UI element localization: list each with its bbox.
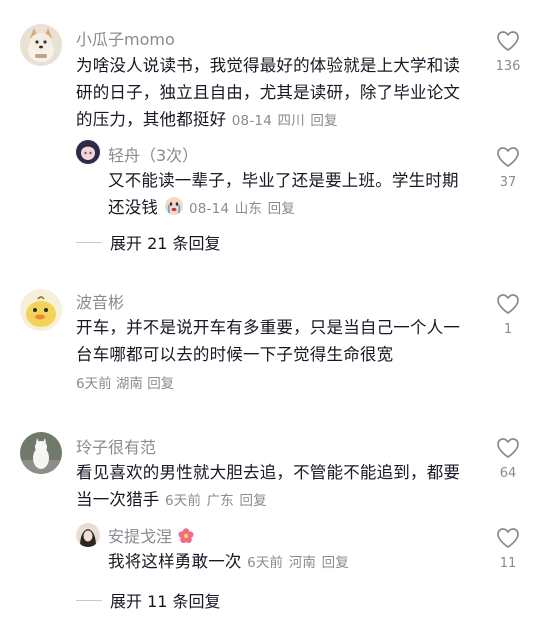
like-count: 64 xyxy=(499,466,517,481)
portrait-avatar-icon xyxy=(76,523,100,547)
reply-button[interactable]: 回复 xyxy=(268,201,295,217)
avatar[interactable] xyxy=(20,432,62,474)
heart-icon xyxy=(497,31,519,51)
like-count: 136 xyxy=(495,59,521,74)
reply-avatar[interactable] xyxy=(76,523,100,547)
comment-text: 看见喜欢的男性就大胆去追，不管能不能追到，都要当一次猎手 xyxy=(76,463,461,509)
expand-replies-button[interactable]: 展开 21 条回复 xyxy=(76,230,221,254)
like-button[interactable]: 64 xyxy=(488,437,528,481)
comment-username[interactable]: 玲子很有范 xyxy=(76,434,156,458)
comment-location: 四川 xyxy=(277,113,305,129)
comment-username[interactable]: 小瓜子momo xyxy=(76,26,175,50)
reply-location: 山东 xyxy=(234,201,263,217)
dog-avatar-icon xyxy=(20,24,62,66)
reply-username-block: 安提戈涅 xyxy=(108,523,195,547)
divider xyxy=(76,599,102,601)
reply-time: 6天前 xyxy=(247,555,284,571)
comment-text-block: 为啥没人说读书，我觉得最好的体验就是上大学和读研的日子，独立且自由，尤其是读研，… xyxy=(76,52,476,135)
comment-time: 6天前 xyxy=(164,493,202,509)
reply-username[interactable]: 安提戈涅 xyxy=(108,527,172,546)
like-button[interactable]: 136 xyxy=(488,30,528,74)
like-button[interactable]: 1 xyxy=(488,293,528,337)
like-button[interactable]: 37 xyxy=(488,146,528,190)
comment-username[interactable]: 波音彬 xyxy=(76,289,124,313)
expand-replies-label: 展开 21 条回复 xyxy=(110,234,221,253)
comment-time: 08-14 xyxy=(231,113,272,129)
heart-icon xyxy=(497,438,519,458)
reply-text-block: 我将这样勇敢一次 6天前 河南 回复 xyxy=(108,548,468,577)
expand-replies-button[interactable]: 展开 11 条回复 xyxy=(76,588,221,612)
flower-emoji-icon xyxy=(178,528,194,543)
like-count: 11 xyxy=(499,556,517,571)
reply-location: 河南 xyxy=(288,555,317,571)
expand-replies-label: 展开 11 条回复 xyxy=(110,592,221,611)
reply-time: 08-14 xyxy=(189,201,230,217)
comment-text-block: 看见喜欢的男性就大胆去追，不管能不能追到，都要当一次猎手 6天前 广东 回复 xyxy=(76,459,476,515)
comment-text: 开车，并不是说开车有多重要，只是当自己一个人一台车哪都可以去的时候一下子觉得生命… xyxy=(76,318,461,364)
reply-avatar[interactable] xyxy=(76,140,100,164)
reply-button[interactable]: 回复 xyxy=(322,555,349,571)
comment-time: 6天前 xyxy=(76,376,112,392)
like-count: 1 xyxy=(503,322,513,337)
divider xyxy=(76,241,102,243)
cat-avatar-icon xyxy=(20,432,62,474)
comment-text-block: 开车，并不是说开车有多重要，只是当自己一个人一台车哪都可以去的时候一下子觉得生命… xyxy=(76,314,476,368)
comment-meta: 6天前 湖南 回复 xyxy=(76,372,174,392)
reply-text-block: 又不能读一辈子，毕业了还是要上班。学生时期还没钱 08-14 山东 回复 xyxy=(108,167,468,223)
avatar[interactable] xyxy=(20,289,62,331)
reply-text: 我将这样勇敢一次 xyxy=(108,552,242,571)
crying-face-emoji-icon xyxy=(164,197,183,215)
heart-icon xyxy=(497,528,519,548)
reply-button[interactable]: 回复 xyxy=(310,113,337,129)
avatar[interactable] xyxy=(20,24,62,66)
reply-button[interactable]: 回复 xyxy=(147,376,174,392)
duck-avatar-icon xyxy=(20,289,62,331)
like-button[interactable]: 11 xyxy=(488,527,528,571)
comment-location: 湖南 xyxy=(115,376,143,392)
reply-button[interactable]: 回复 xyxy=(239,493,266,509)
heart-icon xyxy=(497,147,519,167)
like-count: 37 xyxy=(499,175,517,190)
comment-location: 广东 xyxy=(206,493,235,509)
heart-icon xyxy=(497,294,519,314)
anime-avatar-icon xyxy=(76,140,100,164)
reply-username[interactable]: 轻舟（3次） xyxy=(108,142,198,166)
